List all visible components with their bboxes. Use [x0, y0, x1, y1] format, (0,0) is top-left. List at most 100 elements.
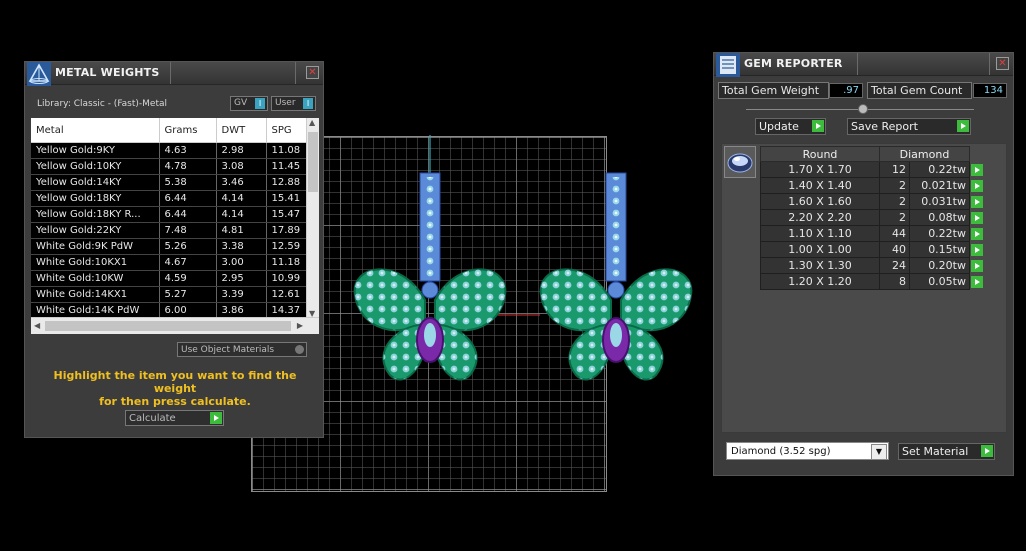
metal-table-row[interactable]: White Gold:14KX1 5.27 3.39 12.61 — [31, 286, 312, 303]
dwt-cell: 3.39 — [216, 286, 267, 303]
metal-table-row[interactable]: White Gold:9K PdW 5.26 3.38 12.59 — [31, 238, 312, 255]
metal-name-cell: White Gold:9K PdW — [31, 238, 160, 255]
gem-report-area: Round Diamond 1.70 X 1.70 12 0.22tw 1.40 X … — [721, 143, 1007, 433]
play-icon[interactable] — [971, 260, 983, 272]
gv-toggle-label: GV — [234, 98, 248, 108]
play-icon[interactable] — [981, 445, 993, 457]
gem-size-cell: 1.60 X 1.60 — [760, 193, 880, 210]
vertical-scroll-thumb[interactable] — [308, 132, 318, 192]
instruction-line-2: for then press calculate. — [99, 395, 251, 408]
spg-cell: 15.47 — [266, 206, 312, 223]
material-select[interactable]: Diamond (3.52 spg) ▼ — [726, 442, 889, 460]
play-icon[interactable] — [971, 228, 983, 240]
scroll-left-icon[interactable]: ◀ — [34, 321, 40, 330]
play-icon[interactable] — [971, 276, 983, 288]
play-icon[interactable] — [971, 244, 983, 256]
use-object-materials-checkbox[interactable]: Use Object Materials — [177, 342, 307, 357]
update-button[interactable]: Update — [755, 118, 826, 135]
instruction-text: Highlight the item you want to find the … — [35, 369, 315, 408]
gem-table-row[interactable]: 2.20 X 2.20 2 0.08tw — [760, 209, 985, 226]
column-header-dwt[interactable]: DWT — [216, 118, 267, 143]
metal-table-container[interactable]: Metal Grams DWT SPG Yellow Gold:9KY 4.63 2… — [31, 118, 319, 334]
horizontal-scrollbar[interactable]: ◀ ▶ — [31, 317, 319, 334]
material-select-value: Diamond (3.52 spg) — [731, 446, 831, 457]
gem-table-row[interactable]: 1.60 X 1.60 2 0.031tw — [760, 193, 985, 210]
radio-icon[interactable] — [295, 345, 304, 354]
save-report-button[interactable]: Save Report — [847, 118, 971, 135]
metal-table: Metal Grams DWT SPG Yellow Gold:9KY 4.63 2… — [31, 118, 312, 319]
play-icon[interactable] — [957, 120, 969, 132]
spg-cell: 15.41 — [266, 190, 312, 207]
metal-table-row[interactable]: White Gold:10KW 4.59 2.95 10.99 — [31, 270, 312, 287]
gem-table-row[interactable]: 1.20 X 1.20 8 0.05tw — [760, 273, 985, 290]
titlebar-divider — [989, 53, 990, 75]
metal-name-cell: Yellow Gold:10KY — [31, 158, 160, 175]
instruction-line-1: Highlight the item you want to find the … — [53, 369, 297, 395]
gem-count-cell: 8 — [879, 273, 910, 290]
metal-name-cell: Yellow Gold:22KY — [31, 222, 160, 239]
column-header-grams[interactable]: Grams — [159, 118, 217, 143]
row-action-cell — [969, 273, 985, 290]
calculate-button[interactable]: Calculate — [125, 410, 224, 426]
gem-size-cell: 1.10 X 1.10 — [760, 225, 880, 242]
set-material-button[interactable]: Set Material — [898, 443, 995, 460]
spg-cell: 11.08 — [266, 142, 312, 159]
play-icon[interactable] — [971, 212, 983, 224]
metal-table-row[interactable]: Yellow Gold:18KY R... 6.44 4.14 15.47 — [31, 206, 312, 223]
metal-table-row[interactable]: Yellow Gold:10KY 4.78 3.08 11.45 — [31, 158, 312, 175]
column-header-metal[interactable]: Metal — [31, 118, 160, 143]
row-action-cell — [969, 241, 985, 258]
gem-table-row[interactable]: 1.10 X 1.10 44 0.22tw — [760, 225, 985, 242]
metal-table-row[interactable]: Yellow Gold:14KY 5.38 3.46 12.88 — [31, 174, 312, 191]
metal-weights-app-icon — [27, 62, 51, 86]
grams-cell: 4.78 — [159, 158, 217, 175]
play-icon[interactable] — [812, 120, 824, 132]
gem-table-row[interactable]: 1.40 X 1.40 2 0.021tw — [760, 177, 985, 194]
titlebar-divider — [170, 62, 171, 84]
user-toggle[interactable]: User I — [271, 96, 316, 111]
gem-weight-cell: 0.021tw — [909, 177, 970, 194]
header-spacer — [969, 146, 985, 162]
spg-cell: 12.59 — [266, 238, 312, 255]
gem-weight-cell: 0.05tw — [909, 273, 970, 290]
spg-cell: 11.45 — [266, 158, 312, 175]
gem-count-cell: 2 — [879, 209, 910, 226]
dwt-cell: 4.14 — [216, 190, 267, 207]
total-gem-count-label: Total Gem Count — [867, 82, 972, 99]
play-icon[interactable] — [971, 164, 983, 176]
grams-cell: 6.44 — [159, 206, 217, 223]
calculate-label: Calculate — [129, 413, 176, 424]
close-icon[interactable]: ✕ — [306, 66, 319, 79]
metal-name-cell: Yellow Gold:9KY — [31, 142, 160, 159]
metal-table-row[interactable]: Yellow Gold:22KY 7.48 4.81 17.89 — [31, 222, 312, 239]
gem-table-row[interactable]: 1.00 X 1.00 40 0.15tw — [760, 241, 985, 258]
gv-toggle[interactable]: GV I — [230, 96, 268, 111]
row-action-cell — [969, 193, 985, 210]
play-icon[interactable] — [971, 196, 983, 208]
metal-table-row[interactable]: Yellow Gold:18KY 6.44 4.14 15.41 — [31, 190, 312, 207]
user-toggle-switch[interactable]: I — [303, 98, 313, 109]
metal-table-row[interactable]: Yellow Gold:9KY 4.63 2.98 11.08 — [31, 142, 312, 159]
horizontal-scroll-thumb[interactable] — [45, 321, 291, 331]
gem-table-row[interactable]: 1.70 X 1.70 12 0.22tw — [760, 161, 985, 178]
column-header-spg[interactable]: SPG — [266, 118, 312, 143]
dropdown-arrow-icon[interactable]: ▼ — [871, 444, 887, 460]
grams-cell: 4.67 — [159, 254, 217, 271]
column-header-diamond: Diamond — [879, 146, 970, 162]
divider-slider-handle[interactable] — [858, 104, 868, 114]
gem-weight-cell: 0.22tw — [909, 225, 970, 242]
gv-toggle-switch[interactable]: I — [255, 98, 265, 109]
total-gem-weight-label: Total Gem Weight — [718, 82, 829, 99]
dwt-cell: 4.81 — [216, 222, 267, 239]
gem-reporter-titlebar[interactable]: GEM REPORTER ✕ — [714, 53, 1013, 77]
play-icon[interactable] — [210, 412, 222, 424]
metal-table-row[interactable]: White Gold:10KX1 4.67 3.00 11.18 — [31, 254, 312, 271]
play-icon[interactable] — [971, 180, 983, 192]
metal-weights-titlebar[interactable]: METAL WEIGHTS ✕ — [25, 62, 323, 86]
vertical-scrollbar[interactable]: ▲ ▼ — [306, 118, 319, 318]
close-icon[interactable]: ✕ — [996, 57, 1009, 70]
scroll-right-icon[interactable]: ▶ — [297, 321, 303, 330]
save-report-label: Save Report — [851, 120, 918, 133]
scroll-up-icon[interactable]: ▲ — [309, 118, 315, 127]
gem-table-row[interactable]: 1.30 X 1.30 24 0.20tw — [760, 257, 985, 274]
